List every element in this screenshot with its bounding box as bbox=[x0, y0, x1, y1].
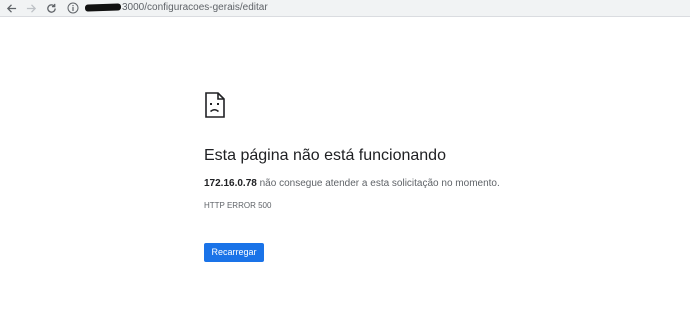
error-host: 172.16.0.78 bbox=[204, 178, 257, 189]
arrow-right-icon bbox=[26, 3, 36, 13]
error-code: HTTP ERROR 500 bbox=[204, 201, 272, 210]
reload-page-button[interactable] bbox=[44, 1, 58, 15]
error-title: Esta página não está funcionando bbox=[204, 147, 446, 164]
url-path: 3000/configuracoes-gerais/editar bbox=[122, 2, 268, 13]
browser-toolbar: 3000/configuracoes-gerais/editar bbox=[0, 0, 690, 17]
address-bar[interactable]: 3000/configuracoes-gerais/editar bbox=[84, 2, 268, 14]
error-message: não consegue atender a esta solicitação … bbox=[256, 178, 500, 189]
info-icon[interactable] bbox=[67, 2, 79, 14]
reload-button[interactable]: Recarregar bbox=[204, 243, 264, 262]
back-button[interactable] bbox=[4, 1, 18, 15]
forward-button[interactable] bbox=[24, 1, 38, 15]
error-description: 172.16.0.78 não consegue atender a esta … bbox=[204, 177, 500, 190]
sad-document-icon bbox=[205, 92, 225, 118]
redacted-host bbox=[84, 3, 122, 12]
arrow-left-icon bbox=[6, 3, 16, 13]
reload-icon bbox=[46, 3, 56, 13]
